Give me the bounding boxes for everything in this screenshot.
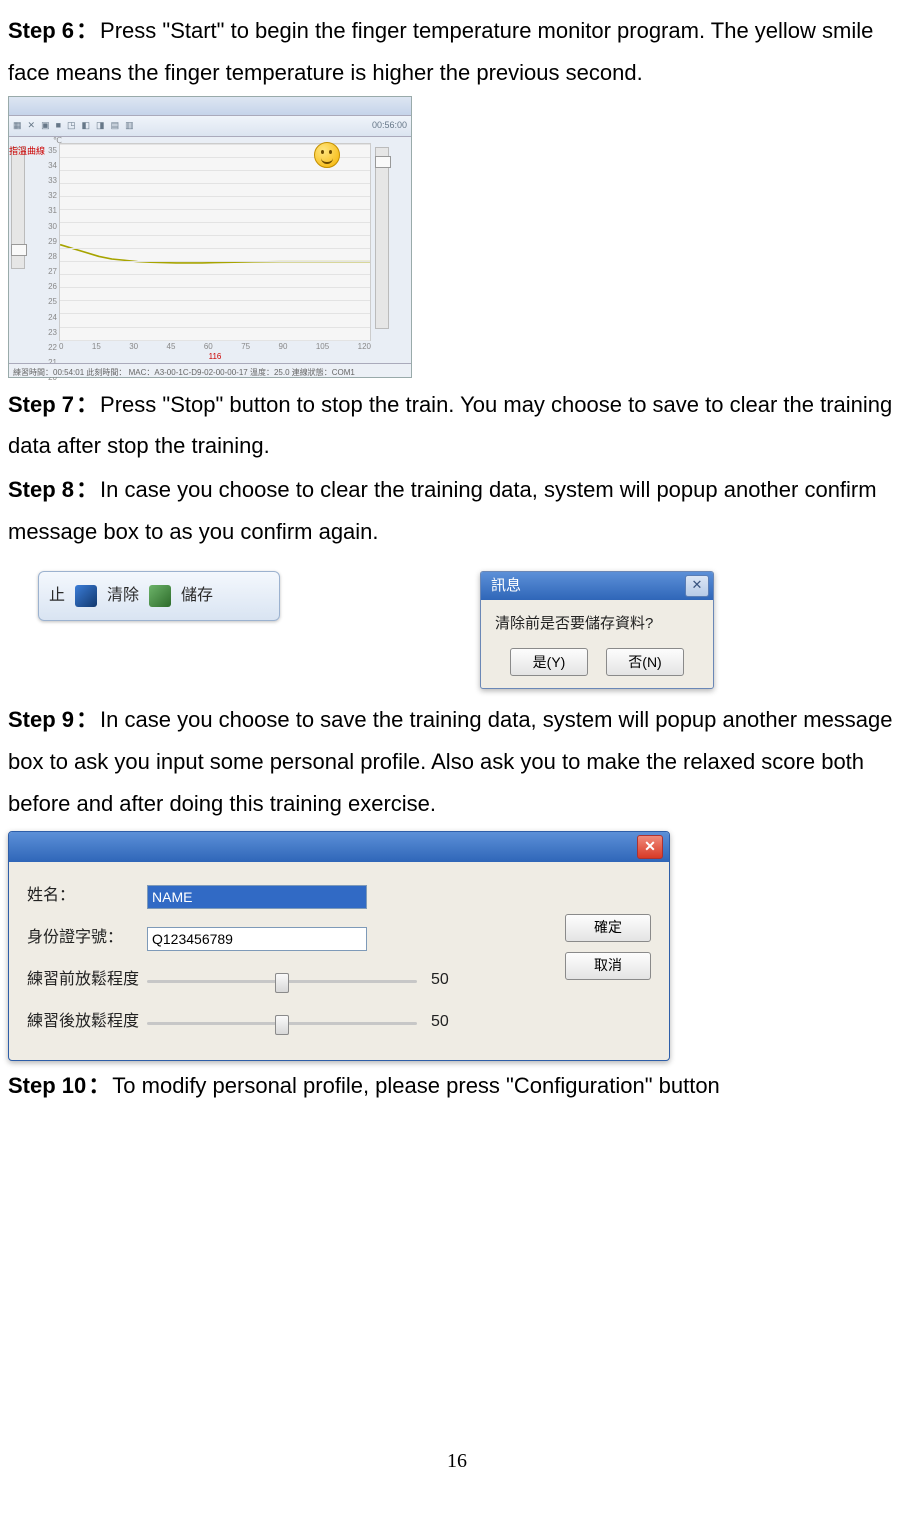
page-number: 16 [0, 1442, 914, 1480]
step9-sep: ： [76, 707, 98, 732]
step9-paragraph: Step 9：In case you choose to save the tr… [8, 699, 906, 824]
step7-label: Step 7 [8, 392, 74, 417]
right-slider-thumb[interactable] [375, 156, 391, 168]
close-icon: ✕ [692, 573, 703, 598]
profile-dialog: ✕ 姓名： 身份證字號： 練習前放鬆程度 50 練習後放鬆程度 [8, 831, 670, 1061]
label-pre-relax: 練習前放鬆程度 [27, 965, 147, 995]
step10-paragraph: Step 10：To modify personal profile, plea… [8, 1065, 906, 1107]
value-post-relax: 50 [431, 1007, 449, 1037]
step8-sep: ： [76, 477, 98, 502]
save-label[interactable]: 儲存 [181, 581, 213, 611]
chart-statusbar: 練習時間：00:54:01 此刻時間： MAC：A3-00-1C-D9-02-0… [9, 363, 411, 377]
row-pre-relax: 練習前放鬆程度 50 [27, 960, 541, 1002]
step8-label: Step 8 [8, 477, 74, 502]
profile-buttons: 確定 取消 [565, 876, 651, 1044]
confirm-message-box: 訊息 ✕ 清除前是否要儲存資料? 是(Y) 否(N) [480, 571, 714, 690]
close-icon: ✕ [644, 833, 656, 860]
chart-toolbar-time: 00:56:00 [372, 117, 407, 134]
row-post-relax: 練習後放鬆程度 50 [27, 1002, 541, 1044]
profile-form: 姓名： 身份證字號： 練習前放鬆程度 50 練習後放鬆程度 50 [27, 876, 541, 1044]
slider-post-thumb[interactable] [275, 1015, 289, 1035]
smile-face-icon [314, 142, 340, 168]
step10-text: To modify personal profile, please press… [112, 1073, 720, 1098]
value-pre-relax: 50 [431, 965, 449, 995]
input-name[interactable] [147, 885, 367, 909]
step7-sep: ： [76, 392, 98, 417]
left-slider-thumb[interactable] [11, 244, 27, 256]
msgbox-title: 訊息 [491, 572, 521, 601]
step8-images-row: 止 清除 儲存 訊息 ✕ 清除前是否要儲存資料? 是(Y) 否(N) [38, 571, 906, 690]
profile-dialog-body: 姓名： 身份證字號： 練習前放鬆程度 50 練習後放鬆程度 50 [9, 862, 669, 1060]
msgbox-body: 清除前是否要儲存資料? [481, 600, 713, 643]
toolbar-snippet: 止 清除 儲存 [38, 571, 280, 621]
profile-ok-button[interactable]: 確定 [565, 914, 651, 942]
step10-label: Step 10 [8, 1073, 86, 1098]
step7-paragraph: Step 7：Press "Stop" button to stop the t… [8, 384, 906, 468]
step6-text: Press "Start" to begin the finger temper… [8, 18, 873, 85]
profile-dialog-titlebar: ✕ [9, 832, 669, 862]
right-slider[interactable] [375, 147, 389, 329]
step10-sep: ： [88, 1073, 110, 1098]
chart-screenshot: ▦✕▣■◳◧◨▤▥ 00:56:00 指溫曲線 ℃ 35343332313029… [8, 96, 412, 378]
msgbox-yes-button[interactable]: 是(Y) [510, 648, 588, 676]
input-id[interactable] [147, 927, 367, 951]
label-name: 姓名： [27, 881, 147, 911]
save-icon[interactable] [149, 585, 171, 607]
row-id: 身份證字號： [27, 918, 541, 960]
step6-sep: ： [76, 18, 98, 43]
clear-label[interactable]: 清除 [107, 581, 139, 611]
label-id: 身份證字號： [27, 923, 147, 953]
chart-plot-area [59, 143, 371, 341]
msgbox-close-button[interactable]: ✕ [685, 575, 709, 597]
slider-pre-relax[interactable] [147, 971, 417, 991]
msgbox-no-button[interactable]: 否(N) [606, 648, 684, 676]
chart-y-labels: 35343332313029282726252423222120 [35, 143, 57, 341]
step8-paragraph: Step 8：In case you choose to clear the t… [8, 469, 906, 553]
chart-line-svg [60, 144, 370, 340]
step7-text: Press "Stop" button to stop the train. Y… [8, 392, 892, 459]
slider-pre-thumb[interactable] [275, 973, 289, 993]
label-post-relax: 練習後放鬆程度 [27, 1007, 147, 1037]
chart-window-titlebar [9, 97, 411, 116]
clear-icon[interactable] [75, 585, 97, 607]
slider-post-relax[interactable] [147, 1013, 417, 1033]
step8-text: In case you choose to clear the training… [8, 477, 877, 544]
profile-close-button[interactable]: ✕ [637, 835, 663, 859]
msgbox-buttons: 是(Y) 否(N) [481, 642, 713, 688]
step9-text: In case you choose to save the training … [8, 707, 893, 816]
step6-label: Step 6 [8, 18, 74, 43]
step6-paragraph: Step 6：Press "Start" to begin the finger… [8, 10, 906, 94]
left-slider[interactable] [11, 147, 25, 269]
chart-toolbar: ▦✕▣■◳◧◨▤▥ 00:56:00 [9, 116, 411, 137]
row-name: 姓名： [27, 876, 541, 918]
msgbox-titlebar: 訊息 ✕ [481, 572, 713, 600]
chart-body: 指溫曲線 ℃ 35343332313029282726252423222120 … [29, 137, 401, 357]
stop-char: 止 [49, 581, 65, 611]
step9-label: Step 9 [8, 707, 74, 732]
profile-cancel-button[interactable]: 取消 [565, 952, 651, 980]
